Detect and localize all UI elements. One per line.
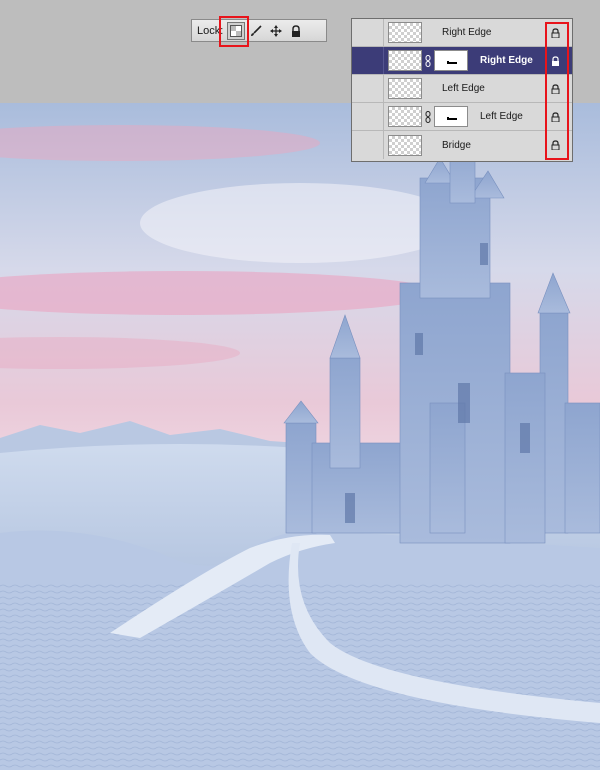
layer-thumbnail (388, 106, 422, 127)
brush-icon (251, 24, 262, 36)
layer-row-left-edge-masked[interactable]: Left Edge (352, 103, 572, 131)
layer-row-right-edge-masked[interactable]: Right Edge (352, 47, 572, 75)
castle-scene-image (0, 103, 600, 770)
move-icon (270, 24, 283, 37)
visibility-toggle[interactable] (352, 131, 384, 159)
layer-row-bridge[interactable]: Bridge (352, 131, 572, 159)
layer-thumbnail (388, 22, 422, 43)
layer-row-right-edge[interactable]: Right Edge (352, 19, 572, 47)
link-icon[interactable] (424, 54, 432, 67)
visibility-toggle[interactable] (352, 103, 384, 130)
locks-toolbar: Lock: (191, 19, 327, 42)
lock-button-highlight (219, 16, 249, 47)
lock-all-button[interactable] (287, 22, 305, 40)
layer-name: Right Edge (480, 55, 533, 66)
link-icon[interactable] (424, 110, 432, 123)
layer-name: Right Edge (442, 27, 492, 38)
layer-locks-highlight (545, 22, 569, 160)
layer-thumbnail (388, 50, 422, 71)
layer-name: Bridge (442, 139, 471, 151)
lock-all-icon (292, 24, 301, 37)
layer-row-left-edge[interactable]: Left Edge (352, 75, 572, 103)
visibility-toggle[interactable] (352, 19, 384, 46)
layers-panel: Right Edge Right Edge Left Edge Left Edg… (351, 18, 573, 162)
layer-mask-thumbnail[interactable] (434, 50, 468, 71)
lock-image-pixels-button[interactable] (247, 22, 265, 40)
layer-thumbnail (388, 134, 422, 156)
visibility-toggle[interactable] (352, 47, 384, 74)
layer-name: Left Edge (480, 111, 523, 122)
canvas-artwork (0, 103, 600, 770)
lock-position-button[interactable] (267, 22, 285, 40)
layer-mask-thumbnail[interactable] (434, 106, 468, 127)
layer-name: Left Edge (442, 83, 485, 94)
visibility-toggle[interactable] (352, 75, 384, 102)
layer-thumbnail (388, 78, 422, 99)
